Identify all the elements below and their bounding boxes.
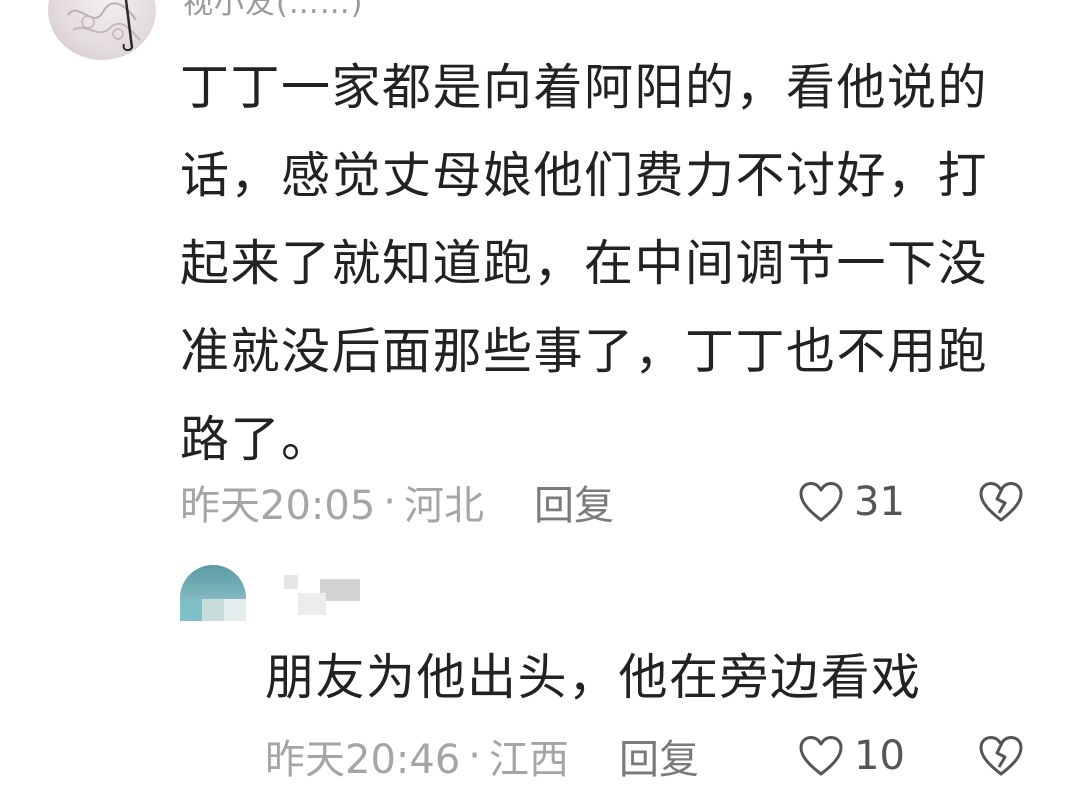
like-count: 10 — [854, 733, 905, 779]
reply-button[interactable]: 回复 — [534, 473, 614, 531]
mosaic-block — [180, 599, 202, 621]
heart-outline-icon — [799, 736, 843, 776]
like-count: 31 — [854, 479, 905, 525]
broken-heart-icon[interactable] — [978, 735, 1024, 777]
avatar-illustration — [67, 0, 141, 52]
comment-time: 昨天20:05 — [180, 483, 376, 529]
mosaic-block — [224, 599, 246, 621]
mosaic-block — [202, 599, 224, 621]
comment-location: 河北 — [404, 483, 484, 529]
comment-text: 丁丁一家都是向着阿阳的，看他说的话，感觉丈母娘他们费力不讨好，打起来了就知道跑，… — [180, 59, 989, 468]
reply-text: 朋友为他出头，他在旁边看戏 — [265, 649, 922, 706]
mosaic-block — [298, 593, 326, 615]
reply-button[interactable]: 回复 — [619, 727, 699, 785]
comment-meta: 昨天20:05 · 河北 回复 31 — [180, 474, 1040, 530]
reply-location: 江西 — [489, 737, 569, 783]
reply-avatar[interactable] — [180, 565, 246, 621]
broken-heart-icon[interactable] — [978, 481, 1024, 523]
meta-separator: · — [383, 479, 396, 525]
reply-username-blurred[interactable] — [272, 573, 362, 619]
avatar[interactable] — [48, 0, 156, 60]
comment-thread: 视小友(……) 丁丁一家都是向着阿阳的，看他说的话，感觉丈母娘他们费力不讨好，打… — [0, 0, 1080, 791]
like-button[interactable]: 31 — [798, 479, 905, 525]
reply-meta: 昨天20:46 · 江西 回复 10 — [265, 728, 1040, 784]
heart-outline-icon — [799, 482, 843, 522]
like-button[interactable]: 10 — [798, 733, 905, 779]
mosaic-block — [320, 579, 360, 601]
reply-time: 昨天20:46 — [265, 737, 461, 783]
mosaic-block — [284, 575, 298, 589]
username[interactable]: 视小友(……) — [183, 0, 363, 22]
meta-separator: · — [468, 733, 481, 779]
